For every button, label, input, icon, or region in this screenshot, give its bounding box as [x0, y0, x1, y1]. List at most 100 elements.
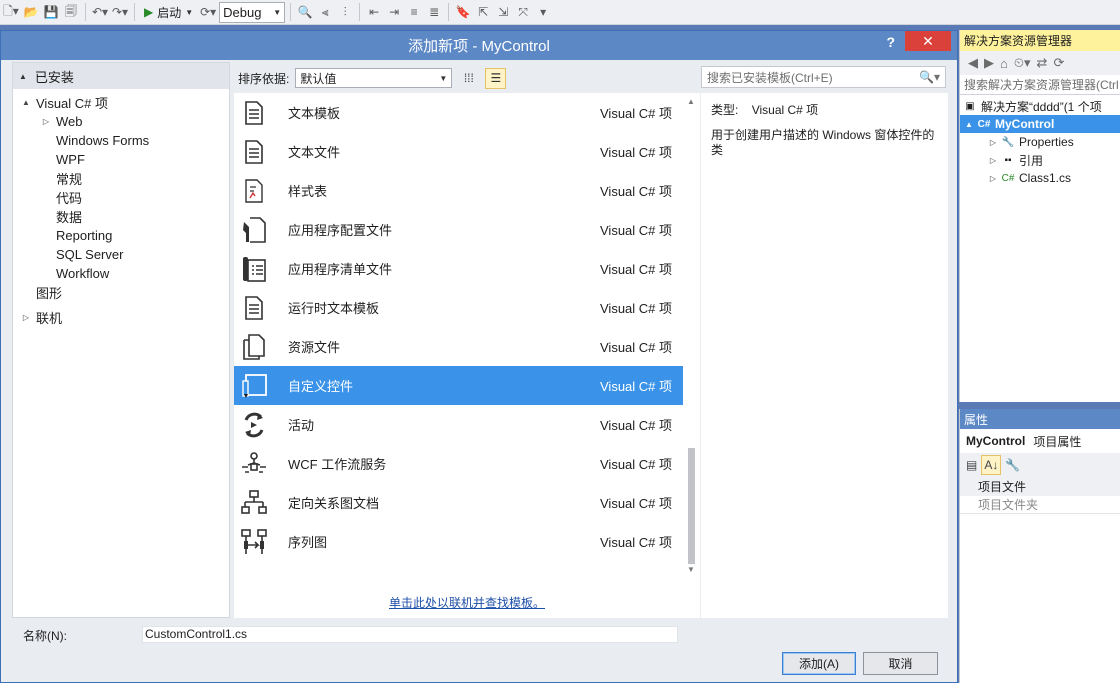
toolbar-divider [359, 3, 361, 21]
find-online-templates-link[interactable]: 单击此处以联机并查找模板。 [389, 594, 545, 611]
prev-bookmark-icon[interactable]: ⇱ [474, 2, 492, 22]
collapsed-icon: ▷ [989, 173, 997, 183]
name-input[interactable]: CustomControl1.cs [142, 626, 678, 643]
tree-item[interactable]: Workflow [13, 264, 229, 283]
save-all-icon[interactable]: 🗐 [62, 2, 80, 22]
comment-icon[interactable]: ≡ [405, 2, 423, 22]
toolbar-divider [134, 3, 135, 21]
tree-item-online[interactable]: ▷ 联机 [13, 308, 229, 327]
home-icon[interactable]: ⌂ [1000, 56, 1008, 71]
refresh-icon[interactable]: ⟳ [1053, 55, 1064, 71]
template-name: 样式表 [288, 184, 328, 199]
list-view-button[interactable]: ☰ [485, 67, 507, 89]
template-item[interactable]: 资源文件 Visual C# 项 [234, 327, 683, 366]
collapsed-icon[interactable]: ▷ [39, 117, 53, 126]
chevron-down-icon: ▼ [185, 7, 194, 17]
configuration-dropdown[interactable]: Debug ▼ [219, 1, 286, 23]
expanded-icon[interactable]: ▲ [19, 98, 33, 107]
clear-bookmarks-icon[interactable]: ⤧ [514, 2, 532, 22]
template-name: 定向关系图文档 [288, 496, 380, 511]
template-item[interactable]: 定向关系图文档 Visual C# 项 [234, 483, 683, 522]
template-category-tree: ▲ 已安装 ▲ Visual C# 项 ▷ Web Windows Forms WPF 常规… [12, 62, 230, 618]
redo-icon[interactable]: ↷▾ [111, 2, 129, 22]
tree-item[interactable]: ▲ Visual C# 项 [13, 93, 229, 112]
template-item[interactable]: 活动 Visual C# 项 [234, 405, 683, 444]
align-left-icon[interactable]: ⫷ [316, 2, 334, 22]
bookmark-icon[interactable]: 🔖 [454, 2, 472, 22]
template-item[interactable]: 应用程序配置文件 Visual C# 项 [234, 210, 683, 249]
categorized-icon[interactable]: ▤ [966, 458, 977, 472]
solution-search-input[interactable]: 搜索解决方案资源管理器(Ctrl [960, 75, 1120, 95]
tree-item[interactable]: ▷ Web [13, 112, 229, 131]
properties-object-selector[interactable]: MyControl 项目属性 [960, 429, 1120, 453]
alphabetical-icon[interactable]: A↓ [981, 455, 1002, 475]
find-icon[interactable]: 🔍 [296, 2, 314, 22]
tree-item[interactable]: 图形 [13, 283, 229, 302]
scroll-down-icon[interactable]: ▼ [687, 565, 695, 574]
refresh-icon[interactable]: ⟳▾ [199, 2, 217, 22]
uncomment-icon[interactable]: ≣ [425, 2, 443, 22]
outdent-icon[interactable]: ⇥ [385, 2, 403, 22]
template-search-input[interactable]: 搜索已安装模板(Ctrl+E) 🔍▾ [701, 66, 946, 88]
csharp-file-icon: C# [1001, 172, 1015, 184]
template-item[interactable]: 自定义控件 Visual C# 项 [234, 366, 683, 405]
template-list-scrollbar[interactable]: ▲ ▼ [684, 93, 700, 581]
toolbar-divider [290, 3, 292, 21]
open-file-icon[interactable]: 📂 [22, 2, 40, 22]
back-icon[interactable]: ◀ [968, 55, 978, 71]
wcf-workflow-icon [234, 444, 274, 483]
template-item[interactable]: 运行时文本模板 Visual C# 项 [234, 288, 683, 327]
tree-item[interactable]: SQL Server [13, 245, 229, 264]
small-icons-view-button[interactable]: ⁞⁞⁞ [458, 68, 479, 89]
template-name: WCF 工作流服务 [288, 457, 387, 472]
undo-icon[interactable]: ↶▾ [91, 2, 109, 22]
template-item[interactable]: 序列图 Visual C# 项 [234, 522, 683, 561]
help-button[interactable]: ? [886, 31, 895, 53]
tree-item[interactable]: WPF [13, 150, 229, 169]
project-label: MyControl [995, 117, 1055, 131]
references-node[interactable]: ▷ ▪▪ 引用 [960, 151, 1120, 169]
property-pages-icon[interactable]: 🔧 [1005, 458, 1020, 472]
start-button[interactable]: ▶ 启动 ▼ [140, 4, 197, 21]
tree-item-label: SQL Server [56, 247, 124, 262]
template-name: 应用程序清单文件 [288, 262, 393, 277]
custom-control-icon [234, 366, 274, 405]
new-project-icon[interactable]: 🗋▾ [2, 2, 20, 22]
save-icon[interactable]: 💾 [42, 2, 60, 22]
close-button[interactable]: ✕ [905, 31, 951, 51]
project-node[interactable]: ▲ C# MyControl [960, 115, 1120, 133]
add-button[interactable]: 添加(A) [782, 652, 856, 675]
installed-header[interactable]: ▲ 已安装 [13, 63, 229, 89]
properties-object-name: MyControl [966, 434, 1026, 448]
scroll-thumb[interactable] [688, 448, 695, 564]
template-item[interactable]: 文本模板 Visual C# 项 [234, 93, 683, 132]
template-item[interactable]: 样式表 Visual C# 项 [234, 171, 683, 210]
forward-icon[interactable]: ▶ [984, 55, 994, 71]
tree-item[interactable]: Reporting [13, 226, 229, 245]
align-center-icon[interactable]: ⫶ [336, 2, 354, 22]
toolbar-overflow-icon[interactable]: ▾ [534, 2, 552, 22]
cancel-button[interactable]: 取消 [863, 652, 938, 675]
scroll-up-icon[interactable]: ▲ [687, 97, 695, 106]
template-name: 资源文件 [288, 340, 341, 355]
template-name: 文本模板 [288, 106, 341, 121]
sort-dropdown[interactable]: 默认值 ▼ [295, 68, 453, 88]
document-icon [234, 93, 274, 132]
tree-item[interactable]: 数据 [13, 207, 229, 226]
properties-node[interactable]: ▷ 🔧 Properties [960, 133, 1120, 151]
history-icon[interactable]: ⏲▾ [1014, 55, 1031, 71]
class1-node[interactable]: ▷ C# Class1.cs [960, 169, 1120, 187]
template-item[interactable]: 文本文件 Visual C# 项 [234, 132, 683, 171]
sync-icon[interactable]: ⇄ [1037, 55, 1048, 71]
next-bookmark-icon[interactable]: ⇲ [494, 2, 512, 22]
indent-icon[interactable]: ⇤ [365, 2, 383, 22]
toolbar-divider [85, 3, 86, 21]
solution-node[interactable]: ▣ 解决方案“dddd”(1 个项 [960, 97, 1120, 115]
config-file-icon [234, 210, 274, 249]
tree-item[interactable]: 代码 [13, 188, 229, 207]
tree-item[interactable]: Windows Forms [13, 131, 229, 150]
template-item[interactable]: 应用程序清单文件 Visual C# 项 [234, 249, 683, 288]
tree-item[interactable]: 常规 [13, 169, 229, 188]
properties-field[interactable]: 项目文件夹 [960, 496, 1120, 514]
template-item[interactable]: WCF 工作流服务 Visual C# 项 [234, 444, 683, 483]
